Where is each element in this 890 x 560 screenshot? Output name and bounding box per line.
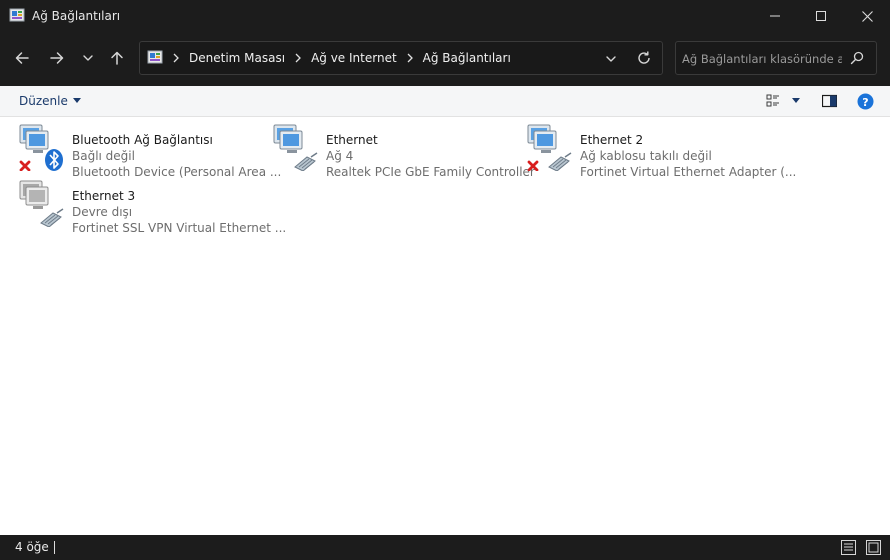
connection-device: Realtek PCIe GbE Family Controller <box>326 165 535 179</box>
view-tiles-icon <box>766 94 779 107</box>
refresh-icon <box>638 51 650 64</box>
up-button[interactable] <box>103 44 131 72</box>
help-icon: ? <box>857 93 874 110</box>
breadcrumb-network-internet[interactable]: Ağ ve Internet <box>311 51 397 65</box>
search-input[interactable]: Ağ Bağlantıları klasöründe ara <box>675 41 877 75</box>
connection-item-ethernet-3[interactable]: Ethernet 3 Devre dışı Fortinet SSL VPN V… <box>17 179 286 235</box>
refresh-button[interactable] <box>636 50 652 66</box>
connection-status: Ağ kablosu takılı değil <box>580 149 712 163</box>
connection-status: Devre dışı <box>72 205 133 219</box>
status-divider <box>54 541 55 554</box>
maximize-button[interactable] <box>798 0 844 32</box>
ethernet-network-disabled-icon <box>17 179 65 228</box>
recent-locations-button[interactable] <box>74 44 102 72</box>
search-icon[interactable] <box>850 51 864 65</box>
connections-view: Bluetooth Ağ Bağlantısı Bağlı değil Blue… <box>0 117 890 535</box>
chevron-down-icon <box>606 56 616 62</box>
breadcrumb-control-panel[interactable]: Denetim Masası <box>189 51 285 65</box>
large-icons-view-icon <box>866 540 881 555</box>
caret-down-icon <box>792 98 800 103</box>
connection-device: Fortinet SSL VPN Virtual Ethernet ... <box>72 221 287 235</box>
connection-name: Ethernet <box>326 133 378 147</box>
bluetooth-network-icon <box>17 123 65 172</box>
ethernet-network-icon <box>525 123 573 172</box>
connection-device: Bluetooth Device (Personal Area ... <box>72 165 282 179</box>
title-bar: Ağ Bağlantıları <box>0 0 890 32</box>
breadcrumb-separator-icon[interactable] <box>172 53 180 63</box>
view-dropdown-button[interactable] <box>792 98 800 104</box>
connection-device: Fortinet Virtual Ethernet Adapter (... <box>580 165 797 179</box>
details-view-button[interactable] <box>841 540 856 555</box>
address-history-dropdown[interactable] <box>605 53 617 65</box>
ethernet-network-icon <box>271 123 319 172</box>
connection-status: Ağ 4 <box>326 149 354 163</box>
svg-text:?: ? <box>862 96 868 109</box>
forward-button[interactable] <box>43 44 71 72</box>
arrow-right-icon <box>50 52 64 64</box>
window-title: Ağ Bağlantıları <box>32 9 121 23</box>
minimize-icon <box>770 15 780 17</box>
chevron-down-icon <box>83 55 93 61</box>
status-bar: 4 öğe <box>0 535 890 560</box>
connection-name: Ethernet 2 <box>580 133 644 147</box>
connection-item-bluetooth[interactable]: Bluetooth Ağ Bağlantısı Bağlı değil Blue… <box>17 123 281 179</box>
breadcrumb-network-connections[interactable]: Ağ Bağlantıları <box>423 51 511 65</box>
minimize-button[interactable] <box>752 0 798 32</box>
connection-name: Ethernet 3 <box>72 189 136 203</box>
connection-item-ethernet-2[interactable]: Ethernet 2 Ağ kablosu takılı değil Forti… <box>525 123 796 179</box>
organize-label: Düzenle <box>19 94 68 108</box>
large-icons-view-button[interactable] <box>866 540 881 555</box>
navigation-bar: Denetim Masası Ağ ve Internet Ağ Bağlant… <box>0 32 890 86</box>
view-options-button[interactable] <box>766 94 780 108</box>
close-icon <box>861 10 873 22</box>
caret-down-icon <box>72 98 81 103</box>
connection-name: Bluetooth Ağ Bağlantısı <box>72 133 213 147</box>
help-button[interactable]: ? <box>857 93 874 110</box>
command-bar: Düzenle ? <box>0 86 890 117</box>
control-panel-icon <box>147 50 163 66</box>
search-placeholder: Ağ Bağlantıları klasöründe ara <box>682 52 842 66</box>
item-count: 4 öğe <box>15 540 49 554</box>
organize-menu-button[interactable]: Düzenle <box>19 94 81 108</box>
preview-pane-icon <box>822 94 837 108</box>
arrow-up-icon <box>111 51 123 65</box>
control-panel-icon <box>9 8 25 24</box>
preview-pane-button[interactable] <box>822 94 837 108</box>
breadcrumb-separator-icon[interactable] <box>294 53 302 63</box>
window-controls <box>752 0 890 32</box>
close-button[interactable] <box>844 0 890 32</box>
address-bar[interactable]: Denetim Masası Ağ ve Internet Ağ Bağlant… <box>139 41 663 75</box>
arrow-left-icon <box>15 52 29 64</box>
breadcrumb-separator-icon[interactable] <box>406 53 414 63</box>
connection-status: Bağlı değil <box>72 149 135 163</box>
details-view-icon <box>841 540 856 555</box>
connection-item-ethernet[interactable]: Ethernet Ağ 4 Realtek PCIe GbE Family Co… <box>271 123 535 179</box>
back-button[interactable] <box>8 44 36 72</box>
maximize-icon <box>816 11 826 21</box>
